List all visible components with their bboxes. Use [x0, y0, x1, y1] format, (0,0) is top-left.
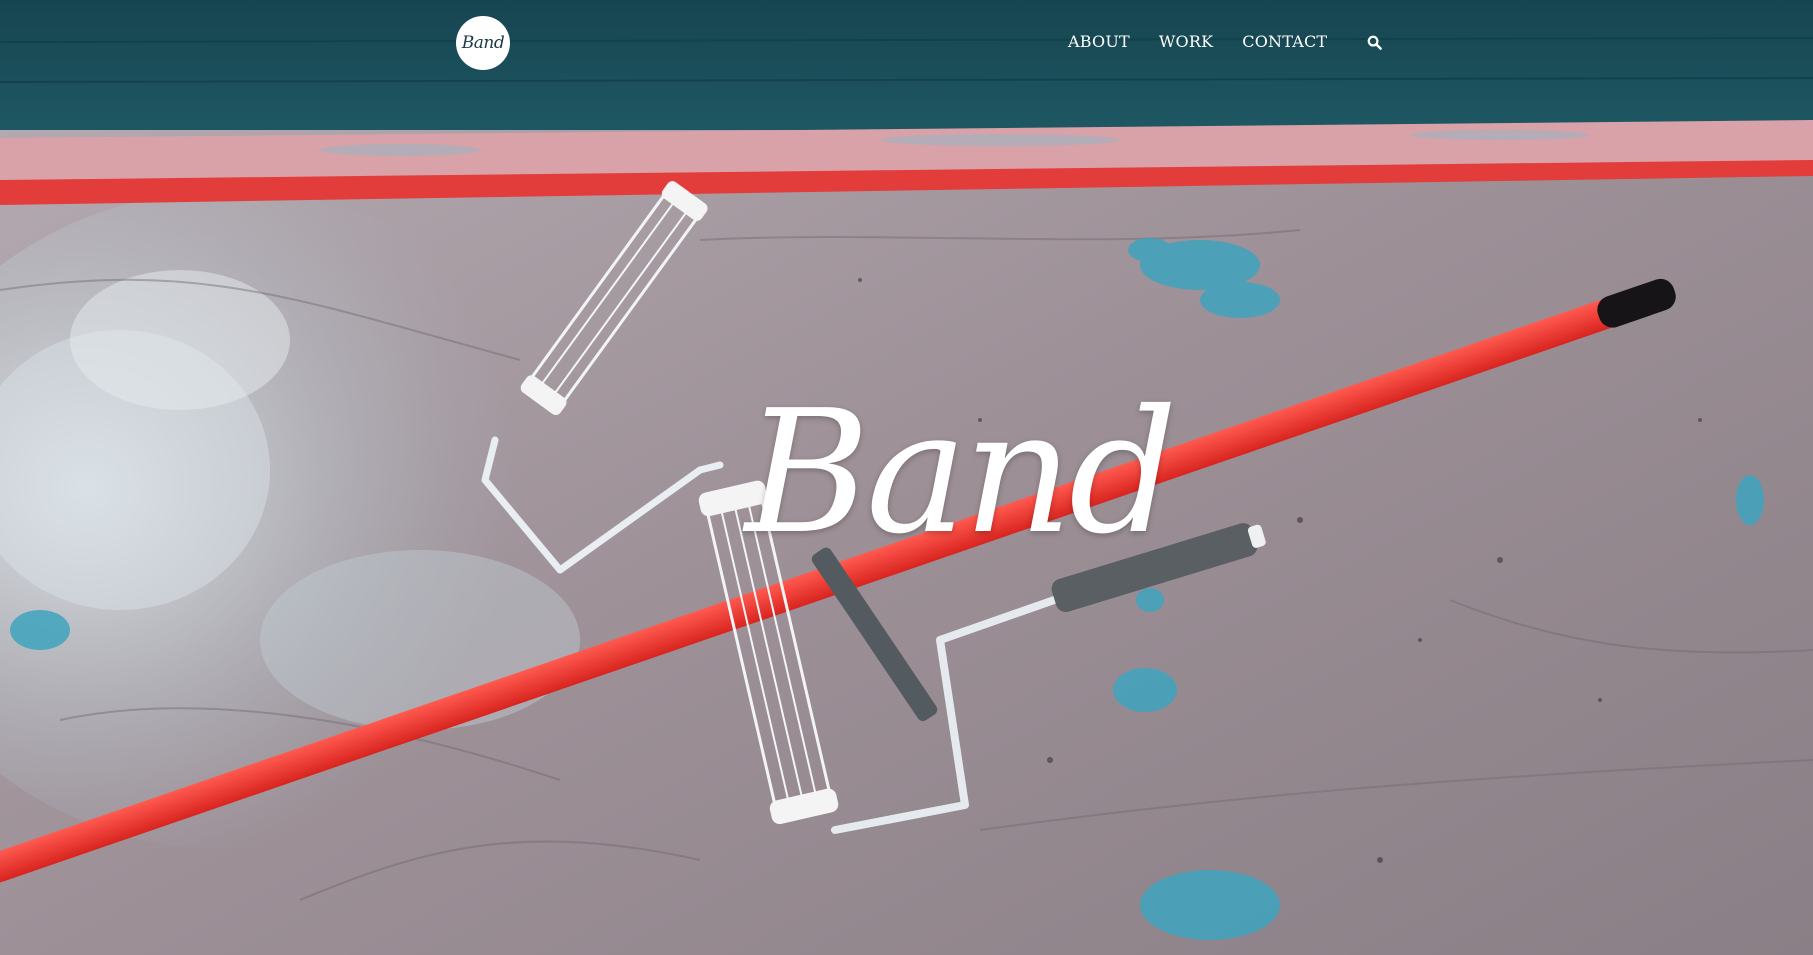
hero-page: Band ABOUT WORK CONTACT Band [0, 0, 1813, 955]
search-button[interactable] [1365, 33, 1383, 51]
logo[interactable]: Band [456, 16, 510, 70]
search-icon [1367, 35, 1382, 50]
hero-title-text: Band [745, 374, 1178, 572]
logo-text: Band [461, 33, 505, 53]
main-nav: ABOUT WORK CONTACT [1068, 30, 1383, 54]
nav-contact[interactable]: CONTACT [1242, 30, 1327, 54]
nav-work[interactable]: WORK [1159, 30, 1213, 54]
nav-about[interactable]: ABOUT [1068, 30, 1130, 54]
site-header: Band ABOUT WORK CONTACT [0, 0, 1813, 86]
hero-title: Band [745, 348, 1178, 588]
